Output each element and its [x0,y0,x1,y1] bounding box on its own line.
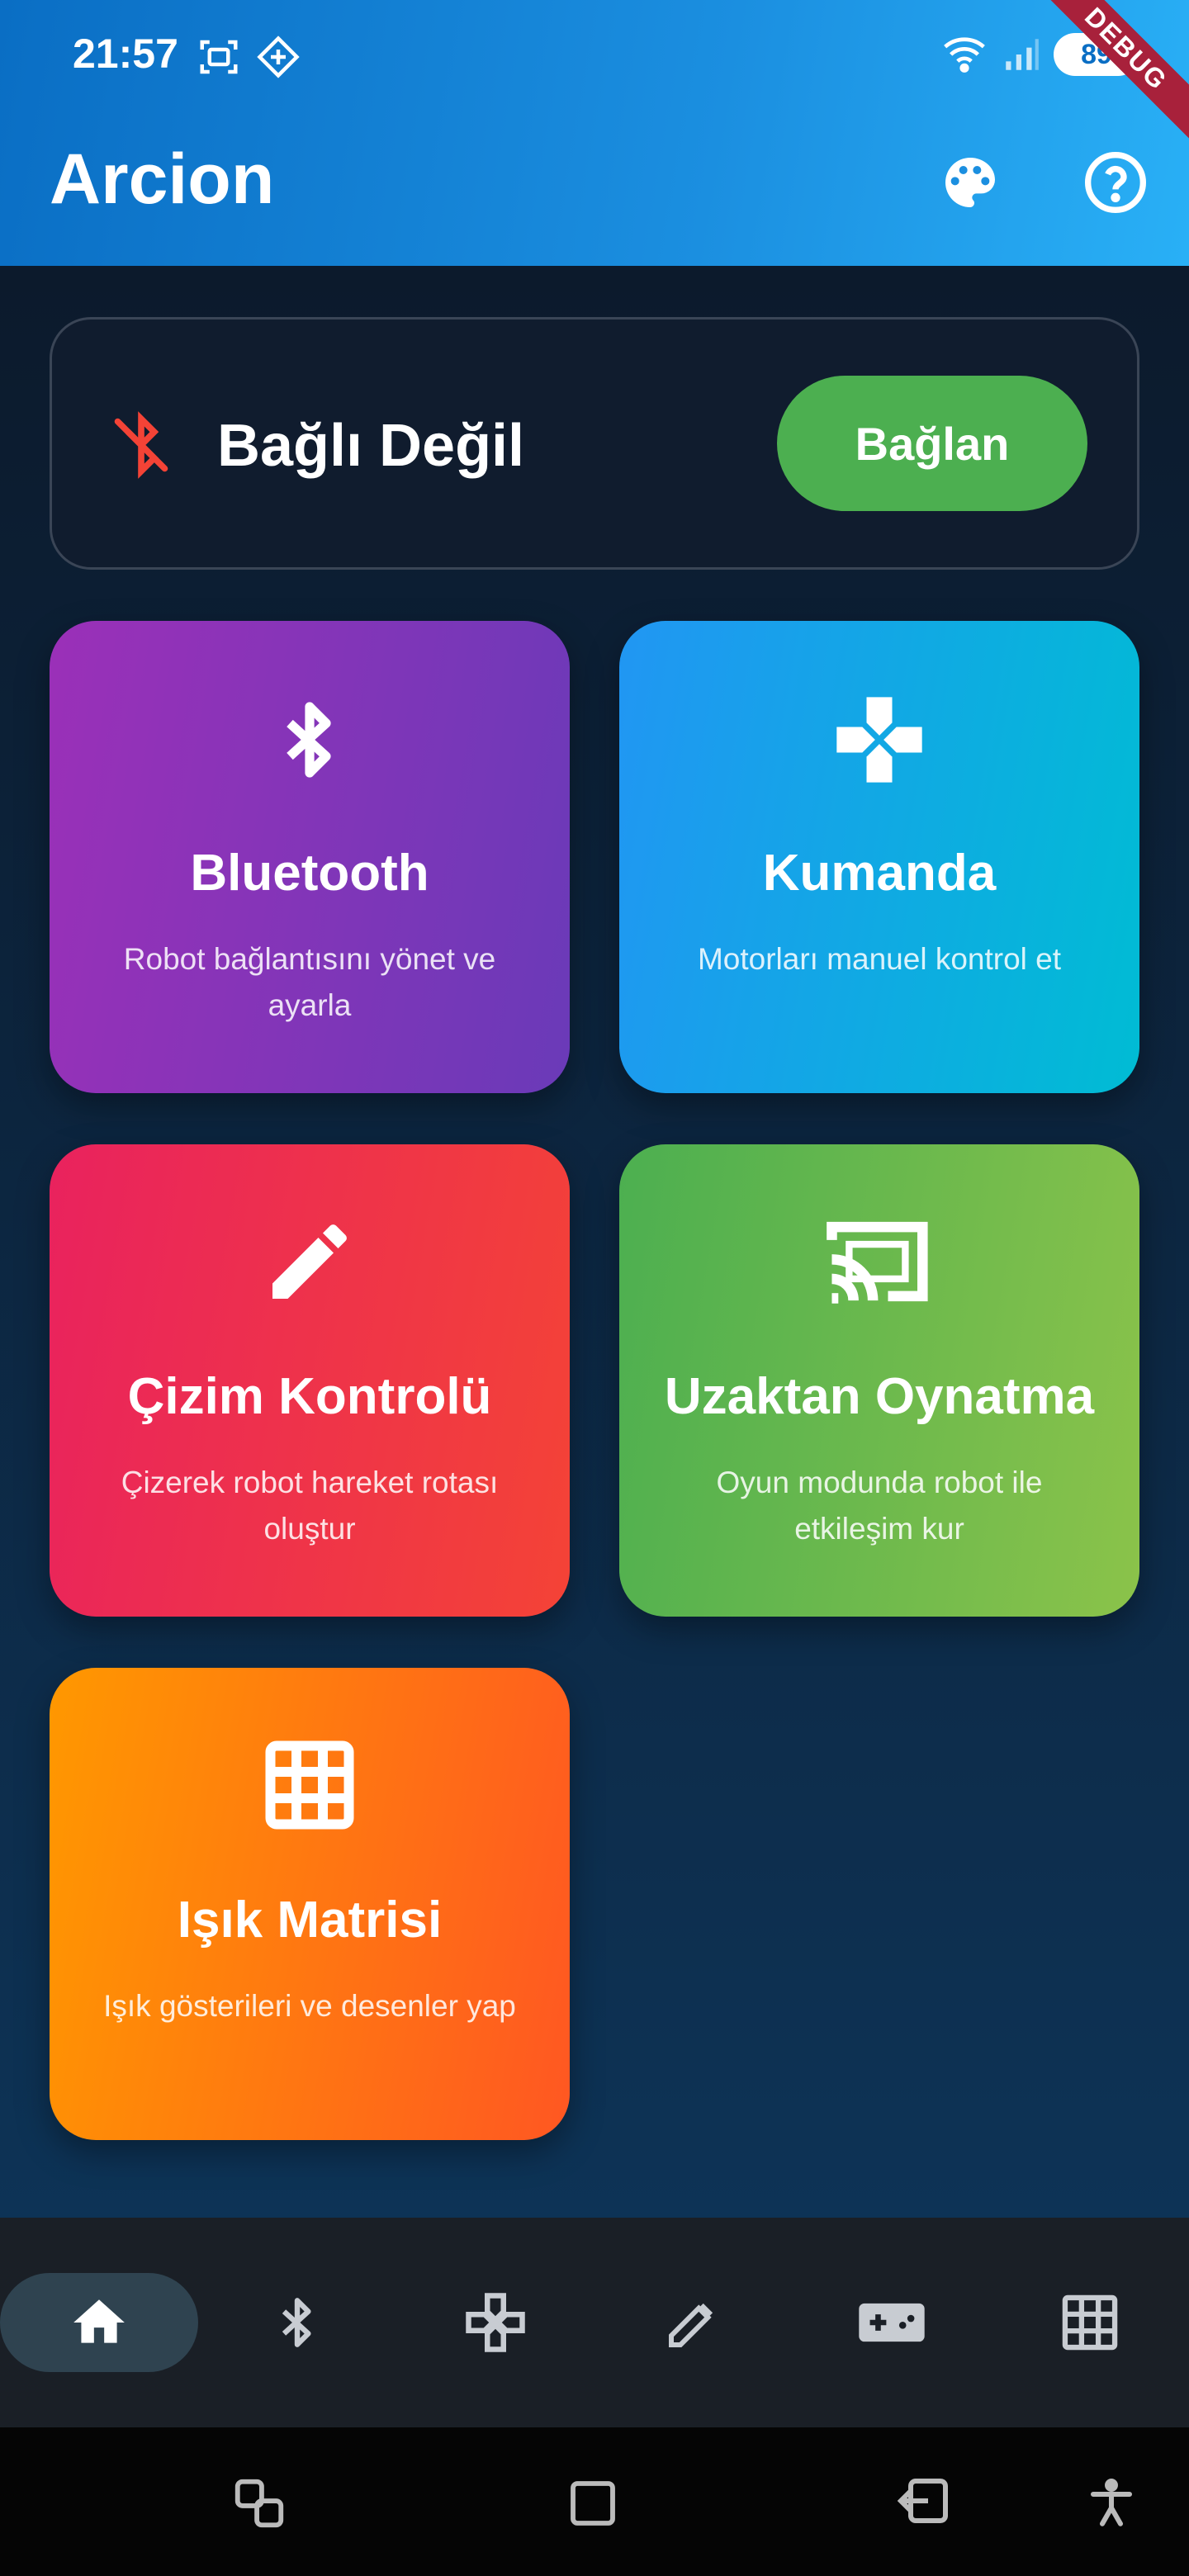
tile-title: Çizim Kontrolü [127,1368,492,1425]
nav-uzaktan[interactable] [793,2273,991,2372]
help-button[interactable] [1078,145,1153,220]
home-content: Bağlı Değil Bağlan Bluetooth Robot bağla… [0,266,1189,2218]
system-navigation-bar [0,2427,1189,2576]
nav-isik[interactable] [991,2273,1189,2372]
screenshot-icon [200,40,238,74]
connect-button[interactable]: Bağlan [777,376,1087,511]
tile-isik-matrisi[interactable]: Işık Matrisi Işık gösterileri ve desenle… [50,1668,570,2140]
tile-subtitle: Motorları manuel kontrol et [697,942,1062,976]
tile-uzaktan-oynatma[interactable]: Uzaktan Oynatma Oyun modunda robot ile e… [619,1144,1139,1617]
cast-icon [827,1221,928,1304]
recent-apps-button[interactable] [226,2470,292,2536]
theme-button[interactable] [933,145,1007,220]
tile-subtitle: Robot bağlantısını yönet ve ayarla [123,942,496,1022]
connection-status-text: Bağlı Değil [217,413,525,479]
bottom-navigation [0,2218,1189,2427]
tile-bluetooth[interactable]: Bluetooth Robot bağlantısını yönet ve ay… [50,621,570,1093]
pencil-icon [272,1224,347,1299]
bluetooth-icon [282,2298,311,2347]
status-left-icons [197,35,301,79]
recents-icon [234,2479,284,2528]
tile-subtitle: Çizerek robot hareket rotası oluştur [121,1466,499,1546]
tile-cizim-kontrolu[interactable]: Çizim Kontrolü Çizerek robot hareket rot… [50,1144,570,1617]
back-button[interactable] [890,2470,956,2536]
tile-title: Işık Matrisi [177,1892,443,1949]
accessibility-icon [1090,2479,1133,2526]
gamepad-icon [859,2303,925,2342]
tile-title: Uzaktan Oynatma [664,1368,1095,1425]
signal-icon [1006,39,1039,70]
bluetooth-icon [287,702,331,778]
nav-kumanda[interactable] [396,2273,594,2372]
grid-icon [1062,2294,1118,2351]
back-icon [897,2479,948,2523]
dpad-icon [836,697,922,783]
tile-title: Kumanda [762,845,997,902]
tile-kumanda[interactable]: Kumanda Motorları manuel kontrol et [619,621,1139,1093]
bluetooth-disabled-icon [114,411,168,479]
tile-subtitle: Oyun modunda robot ile etkileşim kur [716,1466,1043,1546]
connection-card: Bağlı Değil Bağlan [50,317,1139,570]
nav-bluetooth[interactable] [198,2273,396,2372]
tile-subtitle: Işık gösterileri ve desenler yap [103,1989,516,2023]
accessibility-button[interactable] [1078,2470,1144,2536]
debug-banner: DEBUG [1007,0,1189,168]
home-system-button[interactable] [560,2470,626,2536]
app-bar: 21:57 89 DEBUG Arcion [0,0,1189,266]
connection-status-icon [110,410,173,484]
help-icon [1085,152,1146,213]
dpad-outline-icon [466,2293,525,2352]
home-icon [73,2299,125,2343]
square-icon [571,2481,615,2526]
wifi-icon [944,37,985,73]
palette-icon [945,158,995,207]
tile-title: Bluetooth [190,845,429,902]
status-time: 21:57 [73,31,178,77]
nav-home[interactable] [0,2273,198,2372]
grid-icon [265,1740,354,1830]
nav-cizim[interactable] [594,2273,793,2372]
diamond-app-icon [257,36,300,78]
app-title: Arcion [50,140,275,219]
pencil-icon [669,2303,713,2347]
